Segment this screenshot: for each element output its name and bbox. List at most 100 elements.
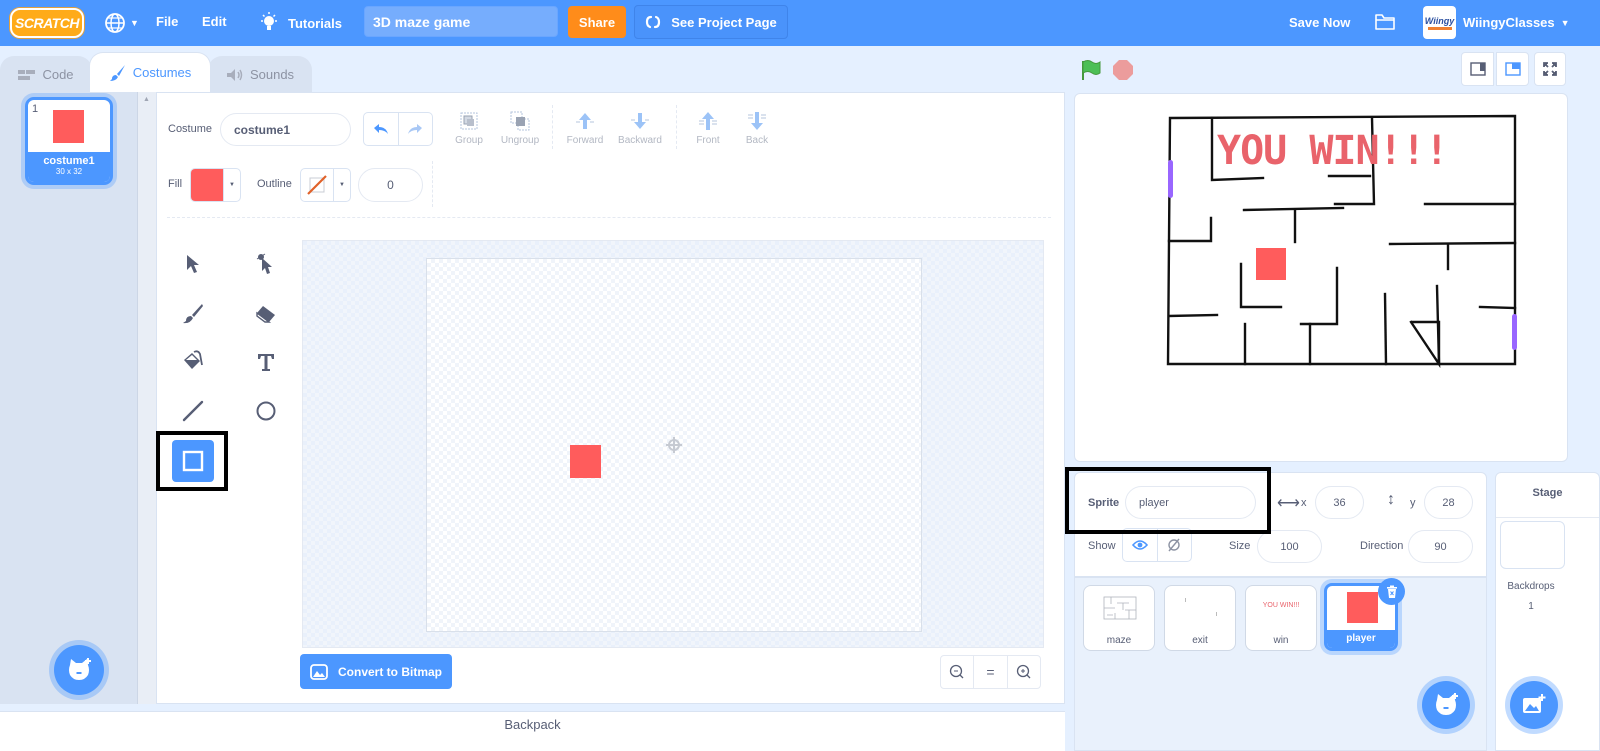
account-menu[interactable]: WiingyClasses ▼ (1463, 15, 1570, 30)
zoom-out-button[interactable] (941, 656, 975, 688)
ungroup-button[interactable]: Ungroup (500, 110, 540, 146)
see-project-icon (646, 15, 661, 29)
circle-tool[interactable] (250, 395, 282, 427)
sprite-tile-maze[interactable]: maze (1083, 585, 1155, 651)
show-label: Show (1088, 540, 1116, 552)
see-project-page-button[interactable]: See Project Page (634, 5, 788, 39)
tab-code[interactable]: Code (0, 56, 92, 92)
costume-rectangle-shape[interactable] (570, 445, 601, 478)
scratch-logo[interactable]: SCRATCH (10, 8, 84, 38)
x-input[interactable]: 36 (1315, 486, 1364, 519)
undo-redo-group (363, 112, 433, 146)
back-button[interactable]: Back (741, 110, 773, 146)
avatar-stripe (1427, 26, 1452, 30)
eraser-icon (256, 306, 275, 323)
hide-sprite-button[interactable] (1158, 529, 1192, 561)
backpack-header[interactable]: Backpack (0, 711, 1065, 751)
caret-down-icon: ▼ (339, 182, 345, 188)
backdrops-count: 1 (1528, 601, 1534, 612)
zoom-controls: = (940, 655, 1041, 689)
eye-slash-icon (1168, 538, 1180, 552)
convert-to-bitmap-button[interactable]: Convert to Bitmap (300, 654, 452, 689)
exit-marker (1512, 314, 1517, 350)
redo-icon (408, 124, 423, 134)
player-sprite[interactable] (1256, 248, 1286, 280)
tab-sounds[interactable]: Sounds (208, 56, 312, 92)
brush-tool[interactable] (177, 298, 209, 330)
fill-color-picker[interactable]: ▼ (190, 168, 241, 202)
zoom-in-button[interactable] (1008, 656, 1040, 688)
forward-button[interactable]: Forward (565, 110, 605, 146)
choose-backdrop-button[interactable] (1510, 681, 1558, 729)
reshape-tool[interactable] (250, 248, 282, 280)
outline-width-input[interactable]: 0 (358, 168, 423, 202)
sprite-tile-win[interactable]: YOU WIN!!! win (1245, 585, 1317, 651)
y-input[interactable]: 28 (1424, 486, 1473, 519)
costume-tile[interactable]: 1 costume1 30 x 32 (25, 97, 113, 185)
costume-list-scrollbar[interactable]: ▲ (138, 92, 156, 704)
backdrop-thumbnail[interactable] (1500, 521, 1565, 569)
eraser-tool[interactable] (250, 298, 282, 330)
small-stage-icon (1469, 62, 1486, 76)
bitmap-icon (310, 663, 328, 680)
line-icon (182, 400, 204, 422)
rectangle-tool[interactable] (172, 440, 214, 482)
costume-name-input[interactable]: costume1 (220, 113, 351, 146)
direction-input[interactable]: 90 (1408, 530, 1473, 563)
paint-canvas[interactable] (426, 258, 922, 632)
group-button[interactable]: Group (453, 110, 485, 146)
account-avatar[interactable]: Wiingy (1423, 6, 1456, 39)
my-stuff-button[interactable] (1374, 12, 1396, 32)
zoom-reset-button[interactable]: = (974, 656, 1008, 688)
share-button[interactable]: Share (568, 6, 626, 38)
backdrop-plus-icon (1523, 694, 1546, 713)
text-icon (258, 354, 274, 371)
stage-canvas[interactable]: YOU WIN!!! (1074, 93, 1568, 462)
front-button[interactable]: Front (692, 110, 724, 146)
backward-button[interactable]: Backward (615, 110, 665, 146)
stop-icon[interactable] (1112, 59, 1134, 81)
fill-tool[interactable] (177, 346, 209, 378)
sprite-tile-exit[interactable]: exit (1164, 585, 1236, 651)
delete-sprite-button[interactable] (1378, 578, 1405, 605)
fullscreen-button[interactable] (1534, 52, 1566, 86)
visibility-toggle (1122, 528, 1192, 562)
direction-label: Direction (1360, 540, 1404, 552)
choose-sprite-button[interactable] (1422, 681, 1470, 729)
sprite-label: Sprite (1088, 497, 1120, 509)
normal-stage-button[interactable] (1496, 52, 1529, 86)
ungroup-label: Ungroup (500, 135, 540, 146)
undo-button[interactable] (364, 113, 399, 145)
show-sprite-button[interactable] (1123, 529, 1158, 561)
reshape-icon (256, 253, 272, 274)
line-tool[interactable] (177, 395, 209, 427)
tutorials-button[interactable]: Tutorials (258, 10, 342, 36)
outline-swatch (301, 169, 334, 201)
avatar-text: Wiingy (1424, 15, 1455, 26)
player-thumbnail (1347, 592, 1378, 623)
outline-color-picker[interactable]: ▼ (300, 168, 351, 202)
stage-pane-divider (1496, 517, 1599, 518)
file-menu[interactable]: File (156, 14, 178, 29)
edit-menu[interactable]: Edit (202, 14, 227, 29)
redo-button[interactable] (399, 113, 433, 145)
select-tool[interactable] (177, 248, 209, 280)
tab-costumes[interactable]: Costumes (89, 52, 211, 92)
paint-canvas-area[interactable] (302, 240, 1044, 648)
language-menu[interactable]: ▼ (104, 10, 139, 36)
project-title-input[interactable]: 3D maze game (364, 6, 558, 37)
sprite-name-input[interactable]: player (1125, 486, 1256, 519)
toolbar-divider (432, 161, 433, 207)
small-stage-button[interactable] (1461, 52, 1494, 86)
caret-down-icon: ▼ (229, 182, 235, 188)
rotation-center-icon (666, 437, 682, 453)
back-label: Back (745, 135, 769, 146)
size-input[interactable]: 100 (1257, 530, 1322, 563)
text-tool[interactable] (250, 346, 282, 378)
green-flag-icon[interactable] (1079, 58, 1103, 82)
stage-title: Stage (1532, 487, 1563, 499)
front-icon (699, 112, 717, 130)
sprite-name: player (1327, 630, 1395, 648)
save-now-button[interactable]: Save Now (1289, 15, 1350, 30)
choose-costume-button[interactable] (54, 645, 104, 695)
